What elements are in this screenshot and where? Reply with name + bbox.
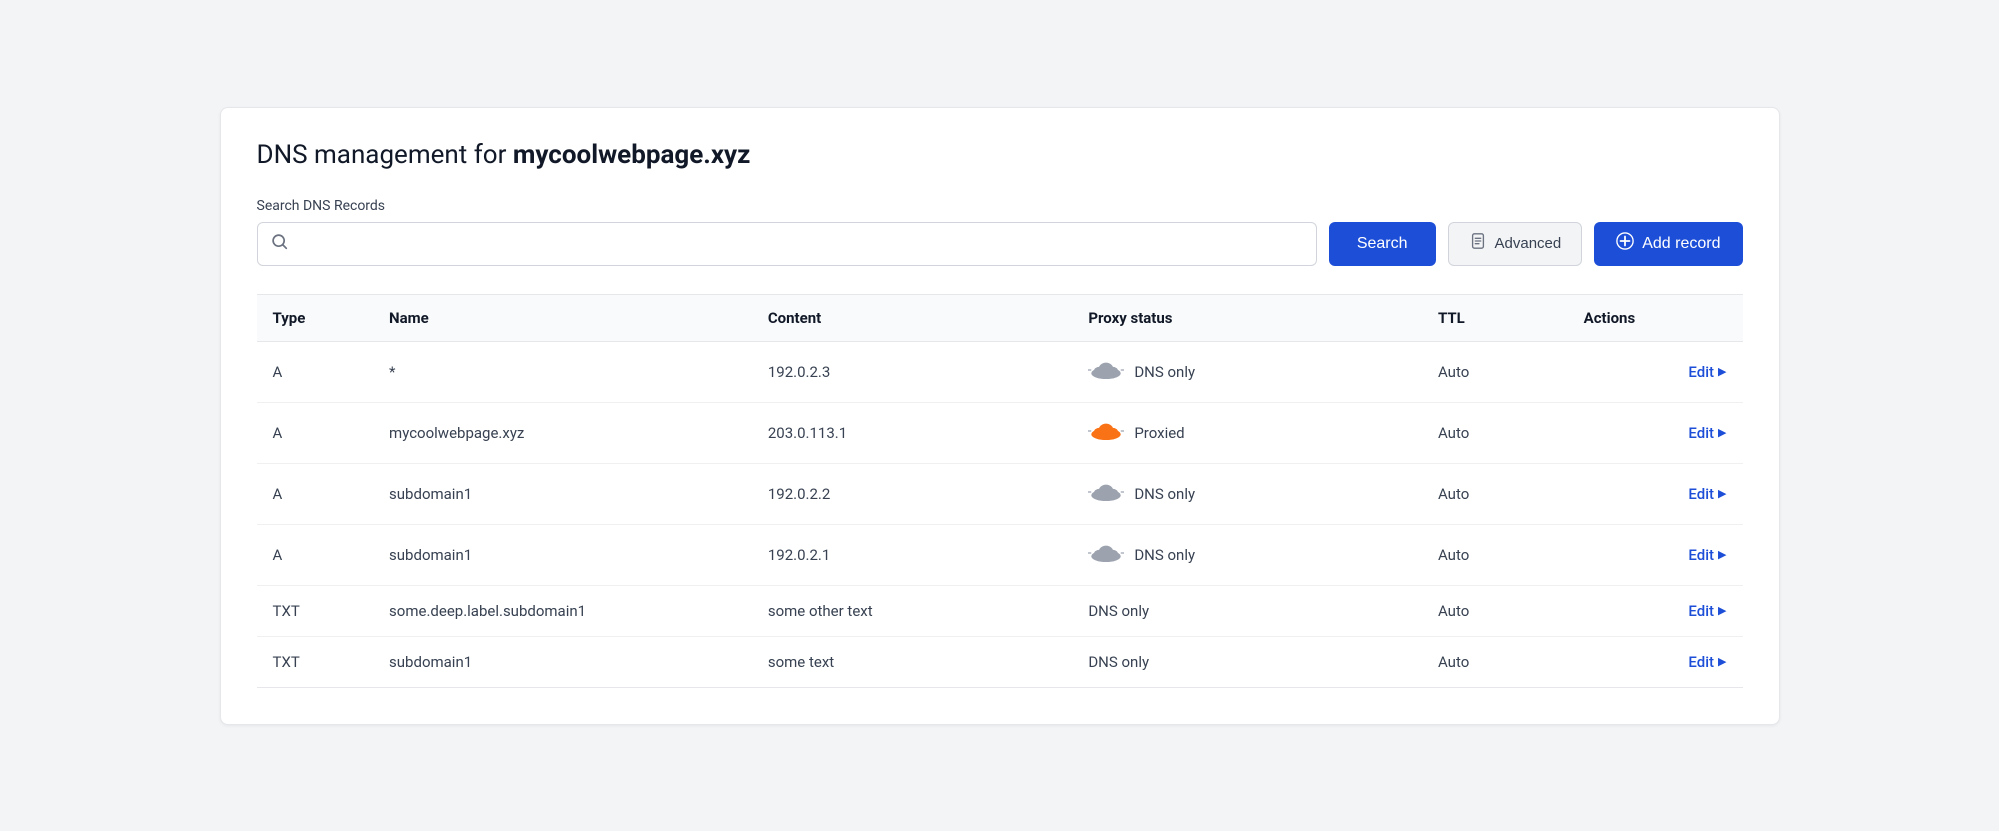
cell-name: subdomain1 [373, 636, 752, 687]
proxy-status-label: DNS only [1134, 363, 1195, 381]
add-record-button[interactable]: Add record [1594, 222, 1742, 266]
edit-link[interactable]: Edit ▶ [1688, 602, 1726, 620]
col-header-content: Content [752, 294, 1073, 341]
edit-label: Edit [1688, 424, 1714, 442]
cell-name: mycoolwebpage.xyz [373, 402, 752, 463]
edit-arrow-icon: ▶ [1718, 604, 1726, 617]
table-row: Asubdomain1192.0.2.2 [257, 463, 1743, 524]
cell-actions: Edit ▶ [1568, 636, 1743, 687]
search-input[interactable] [257, 222, 1317, 266]
proxy-status-label: DNS only [1134, 546, 1195, 564]
edit-label: Edit [1688, 546, 1714, 564]
edit-arrow-icon: ▶ [1718, 426, 1726, 439]
cell-type: A [257, 341, 374, 402]
cell-ttl: Auto [1422, 463, 1568, 524]
cell-actions: Edit ▶ [1568, 402, 1743, 463]
cell-proxy-status: DNS only [1072, 585, 1422, 636]
search-row: Search Advanced Add record [257, 222, 1743, 266]
table-row: TXTsome.deep.label.subdomain1some other … [257, 585, 1743, 636]
edit-label: Edit [1688, 485, 1714, 503]
cell-content: 192.0.2.2 [752, 463, 1073, 524]
edit-label: Edit [1688, 653, 1714, 671]
edit-label: Edit [1688, 363, 1714, 381]
proxy-status-label: DNS only [1134, 485, 1195, 503]
cell-proxy-status: DNS only [1072, 636, 1422, 687]
cell-content: some other text [752, 585, 1073, 636]
cell-type: A [257, 463, 374, 524]
cell-proxy-status: DNS only [1072, 524, 1422, 585]
cell-ttl: Auto [1422, 636, 1568, 687]
edit-arrow-icon: ▶ [1718, 487, 1726, 500]
table-row: Asubdomain1192.0.2.1 [257, 524, 1743, 585]
cell-actions: Edit ▶ [1568, 524, 1743, 585]
page-title: DNS management for mycoolwebpage.xyz [257, 140, 1743, 170]
cell-ttl: Auto [1422, 585, 1568, 636]
cell-type: A [257, 402, 374, 463]
advanced-doc-icon [1469, 232, 1487, 255]
cell-type: TXT [257, 585, 374, 636]
cell-proxy-status: DNS only [1072, 463, 1422, 524]
edit-link[interactable]: Edit ▶ [1688, 653, 1726, 671]
cell-name: subdomain1 [373, 463, 752, 524]
edit-label: Edit [1688, 602, 1714, 620]
cell-content: 192.0.2.1 [752, 524, 1073, 585]
cell-type: A [257, 524, 374, 585]
cell-actions: Edit ▶ [1568, 341, 1743, 402]
cell-actions: Edit ▶ [1568, 463, 1743, 524]
table-row: TXTsubdomain1some text DNS only Auto Edit … [257, 636, 1743, 687]
cell-content: 192.0.2.3 [752, 341, 1073, 402]
search-button[interactable]: Search [1329, 222, 1436, 266]
edit-link[interactable]: Edit ▶ [1688, 546, 1726, 564]
edit-arrow-icon: ▶ [1718, 365, 1726, 378]
search-label: Search DNS Records [257, 198, 1743, 214]
table-row: A*192.0.2.3 D [257, 341, 1743, 402]
cell-actions: Edit ▶ [1568, 585, 1743, 636]
cloud-dns-only-icon [1088, 541, 1124, 569]
edit-arrow-icon: ▶ [1718, 655, 1726, 668]
dns-table: Type Name Content Proxy status TTL Actio… [257, 294, 1743, 688]
cloud-proxied-icon [1088, 419, 1124, 447]
cell-name: some.deep.label.subdomain1 [373, 585, 752, 636]
col-header-type: Type [257, 294, 374, 341]
advanced-button[interactable]: Advanced [1448, 222, 1583, 266]
dns-management-card: DNS management for mycoolwebpage.xyz Sea… [220, 107, 1780, 725]
col-header-proxy: Proxy status [1072, 294, 1422, 341]
table-row: Amycoolwebpage.xyz203.0.113.1 [257, 402, 1743, 463]
edit-link[interactable]: Edit ▶ [1688, 485, 1726, 503]
cell-content: some text [752, 636, 1073, 687]
cell-ttl: Auto [1422, 402, 1568, 463]
cell-name: subdomain1 [373, 524, 752, 585]
cell-type: TXT [257, 636, 374, 687]
cell-ttl: Auto [1422, 524, 1568, 585]
cell-ttl: Auto [1422, 341, 1568, 402]
cell-proxy-status: DNS only [1072, 341, 1422, 402]
cloud-dns-only-icon [1088, 358, 1124, 386]
cell-proxy-status: Proxied [1072, 402, 1422, 463]
cell-content: 203.0.113.1 [752, 402, 1073, 463]
col-header-actions: Actions [1568, 294, 1743, 341]
edit-link[interactable]: Edit ▶ [1688, 424, 1726, 442]
edit-arrow-icon: ▶ [1718, 548, 1726, 561]
table-header-row: Type Name Content Proxy status TTL Actio… [257, 294, 1743, 341]
col-header-ttl: TTL [1422, 294, 1568, 341]
col-header-name: Name [373, 294, 752, 341]
proxy-status-label: Proxied [1134, 424, 1184, 442]
search-input-wrapper [257, 222, 1317, 266]
edit-link[interactable]: Edit ▶ [1688, 363, 1726, 381]
proxy-status-label: DNS only [1088, 653, 1149, 671]
proxy-status-label: DNS only [1088, 602, 1149, 620]
cell-name: * [373, 341, 752, 402]
plus-icon [1616, 232, 1634, 255]
cloud-dns-only-icon [1088, 480, 1124, 508]
